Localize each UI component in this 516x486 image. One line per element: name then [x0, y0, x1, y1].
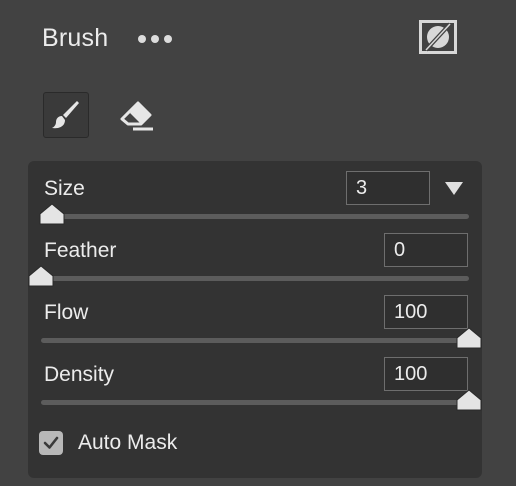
- more-dot: [151, 35, 159, 43]
- panel-header: Brush: [0, 0, 516, 80]
- feather-slider[interactable]: [28, 265, 469, 287]
- panel-title: Brush: [42, 24, 109, 52]
- feather-slider-thumb[interactable]: [28, 265, 54, 287]
- eraser-tool-button[interactable]: [117, 98, 157, 134]
- brush-icon: [52, 101, 79, 129]
- flow-slider[interactable]: [41, 327, 482, 349]
- size-slider[interactable]: [39, 203, 469, 225]
- feather-label: Feather: [44, 239, 117, 262]
- flow-input[interactable]: [384, 295, 468, 329]
- size-input[interactable]: [346, 171, 430, 205]
- flow-slider-thumb[interactable]: [456, 327, 482, 349]
- brush-settings-group: Size Feather Flow Density: [28, 161, 482, 478]
- density-slider[interactable]: [41, 389, 482, 411]
- size-slider-thumb[interactable]: [39, 203, 65, 225]
- more-dot: [138, 35, 146, 43]
- feather-input[interactable]: [384, 233, 468, 267]
- density-label: Density: [44, 363, 115, 386]
- more-dot: [164, 35, 172, 43]
- eraser-icon: [120, 101, 153, 131]
- size-dropdown-caret-icon[interactable]: [443, 180, 465, 196]
- auto-mask-checkbox[interactable]: [39, 431, 63, 455]
- more-options-icon[interactable]: [138, 34, 174, 44]
- auto-mask-toggle[interactable]: Auto Mask: [39, 429, 177, 457]
- checkmark-icon: [43, 436, 59, 449]
- size-label: Size: [44, 177, 85, 200]
- mask-visibility-icon[interactable]: [419, 20, 457, 54]
- density-slider-thumb[interactable]: [456, 389, 482, 411]
- brush-tool-button[interactable]: [43, 92, 89, 138]
- density-input[interactable]: [384, 357, 468, 391]
- auto-mask-label: Auto Mask: [78, 431, 178, 454]
- flow-label: Flow: [44, 301, 89, 324]
